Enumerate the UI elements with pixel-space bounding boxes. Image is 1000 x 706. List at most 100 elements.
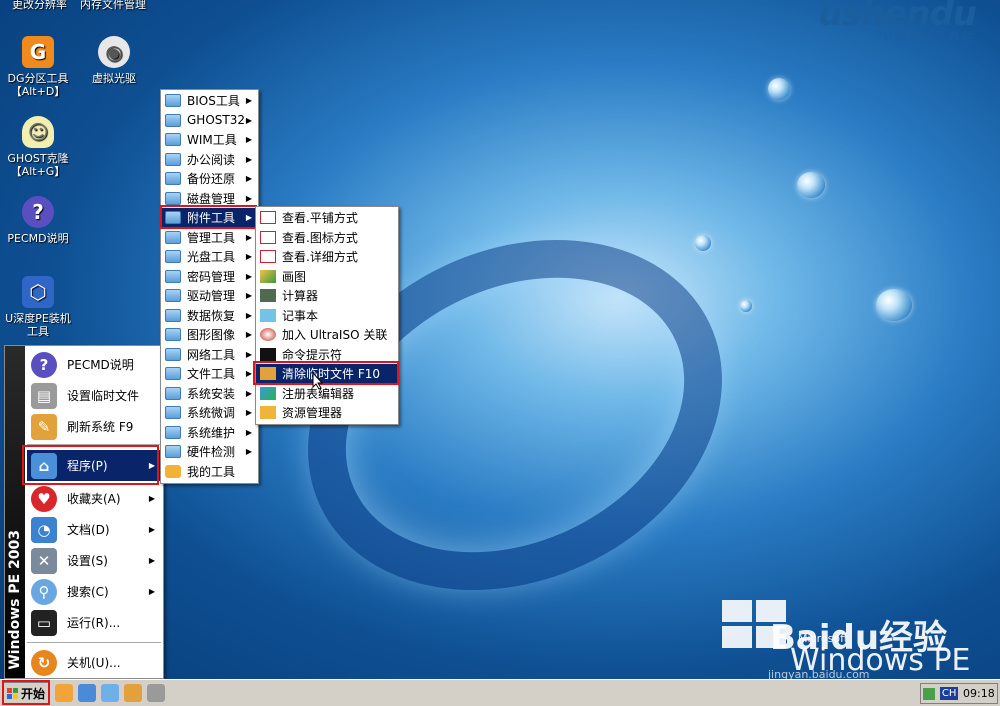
programs-item[interactable]: BIOS工具 ▶	[161, 91, 258, 111]
desktop-icon-ghost[interactable]: ☺ GHOST克隆 【Alt+G】	[2, 116, 74, 178]
desktop-icon-virtual-drive[interactable]: ◉ 虚拟光驱	[78, 36, 150, 85]
programs-item[interactable]: 备份还原 ▶	[161, 169, 258, 189]
dg-partition-icon: G	[22, 36, 54, 68]
programs-item[interactable]: 管理工具 ▶	[161, 228, 258, 248]
menu-item-label: 管理工具	[187, 230, 236, 245]
start-label: 开始	[20, 686, 45, 701]
submenu-arrow-icon: ▶	[245, 154, 252, 164]
accessories-item[interactable]: 注册表编辑器	[256, 384, 398, 404]
programs-item[interactable]: 系统安装 ▶	[161, 384, 258, 404]
start-button[interactable]: 开始	[2, 682, 50, 704]
menu-item-label: BIOS工具	[187, 94, 240, 109]
submenu-arrow-icon: ▶	[148, 556, 155, 565]
mouse-cursor-icon	[312, 372, 324, 390]
accessories-item[interactable]: 计算器	[256, 286, 398, 306]
programs-item-accessories[interactable]: 附件工具 ▶	[161, 208, 258, 228]
programs-item[interactable]: 办公阅读 ▶	[161, 150, 258, 170]
submenu-arrow-icon: ▶	[245, 271, 252, 281]
programs-item[interactable]: 密码管理 ▶	[161, 267, 258, 287]
folder-icon	[165, 211, 181, 225]
accessories-item-cleanup[interactable]: 清除临时文件 F10	[256, 364, 398, 384]
folder-icon	[165, 328, 181, 342]
desktop-icon-dg-partition[interactable]: G DG分区工具 【Alt+D】	[2, 36, 74, 98]
network-tray-icon[interactable]	[923, 687, 936, 700]
run-icon: ▭	[31, 609, 57, 636]
accessories-item[interactable]: 命令提示符	[256, 345, 398, 365]
programs-item[interactable]: 系统维护 ▶	[161, 423, 258, 443]
desktop-icon-pecmd[interactable]: ? PECMD说明	[2, 196, 74, 245]
programs-item[interactable]: 硬件检测 ▶	[161, 442, 258, 462]
folder-icon	[165, 308, 181, 322]
programs-item[interactable]: 系统微调 ▶	[161, 403, 258, 423]
start-item-run[interactable]: ▭ 运行(R)...	[27, 607, 161, 638]
start-item-label: 设置临时文件	[67, 389, 140, 403]
accessories-item[interactable]: 加入 UltraISO 关联	[256, 325, 398, 345]
desktop-icon-installer[interactable]: ⬡ U深度PE装机 工具	[2, 276, 74, 338]
submenu-arrow-icon: ▶	[245, 427, 252, 437]
desktop-icon-label: U深度PE装机 工具	[5, 312, 71, 338]
programs-item[interactable]: 数据恢复 ▶	[161, 306, 258, 326]
accessories-item[interactable]: 查看.平铺方式	[256, 208, 398, 228]
start-item-search[interactable]: ⚲ 搜索(C) ▶	[27, 576, 161, 607]
start-item-pecmd[interactable]: ? PECMD说明	[27, 349, 161, 380]
start-item-favorites[interactable]: ♥ 收藏夹(A) ▶	[27, 483, 161, 514]
separator	[27, 444, 161, 445]
submenu-arrow-icon: ▶	[148, 461, 155, 470]
start-item-refresh[interactable]: ✎ 刷新系统 F9	[27, 411, 161, 442]
start-item-label: 设置(S)	[67, 554, 108, 568]
folder-icon	[165, 289, 181, 303]
taskbar: 开始 CH 09:18	[0, 679, 1000, 706]
accessories-item[interactable]: 记事本	[256, 306, 398, 326]
menu-item-label: 备份还原	[187, 172, 236, 187]
programs-item[interactable]: 我的工具	[161, 462, 258, 482]
language-indicator[interactable]: CH	[939, 687, 959, 700]
folder-icon	[165, 445, 181, 459]
folder-icon	[165, 425, 181, 439]
calculator-icon	[260, 289, 276, 303]
accessories-item[interactable]: 查看.详细方式	[256, 247, 398, 267]
desktop-icon-label: PECMD说明	[7, 232, 69, 245]
menu-item-label: 系统安装	[187, 386, 236, 401]
accessories-item[interactable]: 查看.图标方式	[256, 228, 398, 248]
menu-item-label: GHOST32	[187, 113, 245, 128]
start-menu: Windows PE 2003 ? PECMD说明 ▤ 设置临时文件 ✎ 刷新系…	[4, 345, 164, 679]
cleanup-quicklaunch-icon[interactable]	[124, 684, 142, 702]
submenu-arrow-icon: ▶	[245, 310, 252, 320]
start-item-settings[interactable]: ✕ 设置(S) ▶	[27, 545, 161, 576]
network-quicklaunch-icon[interactable]	[101, 684, 119, 702]
search-icon: ⚲	[31, 578, 57, 605]
programs-item[interactable]: 图形图像 ▶	[161, 325, 258, 345]
notepad-icon	[260, 308, 276, 322]
paint-icon	[260, 269, 276, 283]
programs-item[interactable]: 磁盘管理 ▶	[161, 189, 258, 209]
installer-icon: ⬡	[22, 276, 54, 308]
image-quicklaunch-icon[interactable]	[78, 684, 96, 702]
start-item-shutdown[interactable]: ↻ 关机(U)...	[27, 647, 161, 678]
start-item-temp-files[interactable]: ▤ 设置临时文件	[27, 380, 161, 411]
disk-icon: ▤	[31, 382, 57, 409]
programs-item[interactable]: GHOST32 ▶	[161, 111, 258, 131]
start-item-documents[interactable]: ◔ 文档(D) ▶	[27, 514, 161, 545]
accessories-item[interactable]: 画图	[256, 267, 398, 287]
programs-item[interactable]: 文件工具 ▶	[161, 364, 258, 384]
submenu-arrow-icon: ▶	[245, 369, 252, 379]
disk-quicklaunch-icon[interactable]	[147, 684, 165, 702]
ultraiso-icon	[260, 328, 276, 342]
cd-drive-icon: ◉	[98, 36, 130, 68]
accessories-item[interactable]: 资源管理器	[256, 403, 398, 423]
explorer-quicklaunch-icon[interactable]	[55, 684, 73, 702]
menu-item-label: 记事本	[282, 308, 319, 323]
menu-item-label: 画图	[282, 269, 307, 284]
start-item-label: 搜索(C)	[67, 585, 109, 599]
start-item-programs[interactable]: ⌂ 程序(P) ▶	[27, 450, 161, 481]
water-drop	[876, 289, 912, 321]
clock[interactable]: 09:18	[963, 687, 995, 700]
heart-icon: ♥	[31, 485, 57, 512]
submenu-arrow-icon: ▶	[245, 174, 252, 184]
menu-item-label: 密码管理	[187, 269, 236, 284]
programs-item[interactable]: 驱动管理 ▶	[161, 286, 258, 306]
programs-item[interactable]: 光盘工具 ▶	[161, 247, 258, 267]
programs-item[interactable]: WIM工具 ▶	[161, 130, 258, 150]
programs-item[interactable]: 网络工具 ▶	[161, 345, 258, 365]
submenu-arrow-icon: ▶	[245, 252, 252, 262]
